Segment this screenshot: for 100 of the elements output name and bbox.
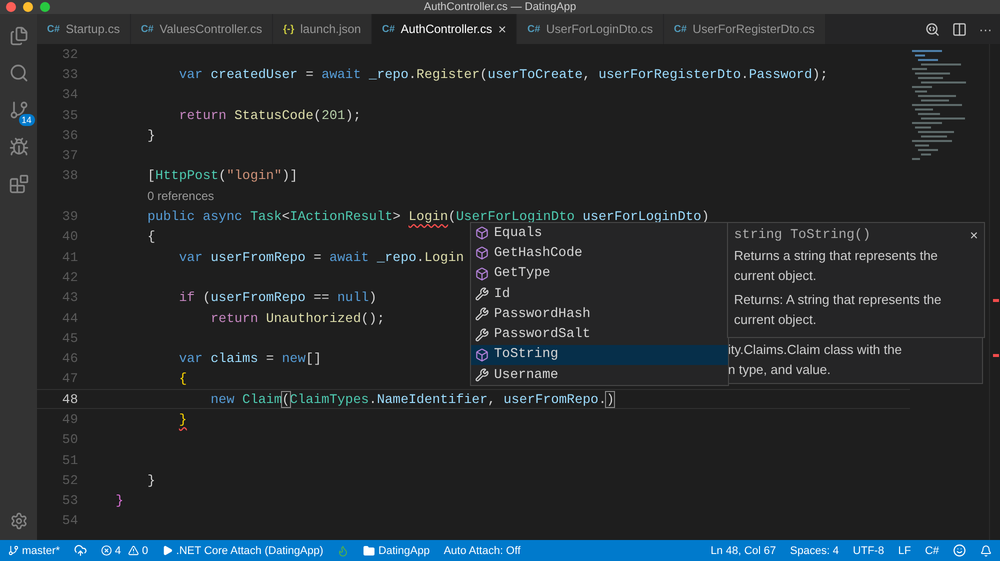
close-window-button[interactable]	[6, 2, 16, 12]
wrench-icon	[475, 287, 489, 302]
wrench-icon	[475, 368, 489, 382]
close-icon[interactable]: ×	[970, 227, 978, 243]
suggestion-item[interactable]: PasswordHash	[471, 304, 728, 324]
line-number: 45	[61, 330, 79, 346]
suggestion-item[interactable]: GetHashCode	[471, 243, 728, 264]
line-number: 50	[61, 432, 79, 448]
documentation-text: Returns a string that represents the current object.	[734, 247, 939, 286]
code-line: }	[178, 412, 187, 427]
indentation-status[interactable]: Spaces: 4	[790, 544, 839, 556]
folder-indicator[interactable]: DatingApp	[363, 544, 430, 556]
code-line: var createdUser = await _repo.Register(userToCreate, userForRegisterDto.Password);	[178, 66, 828, 82]
cube-icon	[475, 226, 489, 240]
line-number: 34	[61, 87, 79, 102]
line-number: 36	[61, 128, 79, 143]
documentation-text: Returns: A string that represents the current object.	[734, 290, 942, 329]
problems-indicator[interactable]: 4 0	[100, 544, 148, 556]
line-number: 35	[61, 108, 79, 123]
cube-icon	[475, 266, 489, 281]
editor-tab[interactable]: C# Startup.cs	[37, 14, 131, 44]
hint-text: ity.Claims.Claim class with the	[728, 341, 903, 359]
close-icon[interactable]: ×	[498, 21, 506, 37]
editor-tab[interactable]: {-} launch.json	[273, 14, 372, 44]
branch-indicator[interactable]: master*	[8, 544, 60, 556]
folder-icon	[363, 544, 376, 556]
code-line: }	[116, 493, 124, 508]
warning-icon	[128, 545, 140, 556]
auto-attach-status[interactable]: Auto Attach: Off	[444, 544, 521, 556]
scrollbar[interactable]	[989, 44, 1000, 540]
line-ending-status[interactable]: LF	[898, 544, 911, 556]
suggestion-item[interactable]: Equals	[471, 223, 728, 244]
bell-icon[interactable]	[980, 544, 992, 556]
window-title: AuthController.cs — DatingApp	[424, 1, 576, 13]
error-marker	[993, 354, 999, 357]
suggestion-item[interactable]: Username	[471, 365, 728, 386]
wrench-icon	[475, 307, 489, 322]
code-line: return Unauthorized();	[210, 310, 385, 326]
zoom-window-button[interactable]	[40, 2, 50, 12]
line-number: 46	[61, 351, 79, 366]
editor-tab[interactable]: C# UserForRegisterDto.cs	[664, 14, 826, 44]
code-lens[interactable]: 0 references	[147, 189, 214, 204]
smiley-icon[interactable]	[953, 544, 966, 557]
line-number: 52	[61, 472, 79, 488]
error-icon	[100, 545, 112, 556]
line-number: 49	[61, 412, 79, 427]
line-number: 33	[61, 66, 79, 82]
cube-icon	[475, 246, 489, 260]
line-number: 54	[61, 513, 79, 528]
search-icon[interactable]	[925, 22, 940, 36]
code-line: {	[178, 371, 187, 386]
line-number: 42	[61, 270, 79, 285]
code-line: [HttpPost("login")]	[147, 168, 298, 184]
extensions-icon[interactable]	[8, 174, 28, 194]
line-number: 40	[61, 229, 79, 244]
line-number: 44	[61, 310, 79, 326]
branch-icon	[8, 545, 19, 556]
wrench-icon	[475, 328, 489, 342]
line-number: 38	[61, 168, 79, 184]
more-actions-button[interactable]: ···	[979, 22, 992, 36]
line-number: 41	[61, 250, 79, 265]
editor-tab[interactable]: C# AuthController.cs ×	[372, 14, 518, 44]
files-icon[interactable]	[8, 26, 28, 46]
suggestion-item[interactable]: PasswordSalt	[471, 324, 728, 345]
debug-launcher[interactable]: .NET Core Attach (DatingApp)	[162, 544, 324, 556]
play-icon	[162, 545, 174, 556]
line-number: 47	[61, 371, 79, 386]
code-line: public async Task<IActionResult> Login(UserForLoginDto userForLoginDto)	[147, 209, 710, 224]
hint-text: n type, and value.	[728, 361, 832, 379]
error-marker	[993, 299, 999, 302]
suggestion-item[interactable]: ToString	[471, 344, 728, 366]
split-editor-icon[interactable]	[952, 22, 967, 36]
language-status[interactable]: C#	[924, 544, 939, 556]
editor-tab[interactable]: C# UserForLoginDto.cs	[517, 14, 664, 44]
code-line: var claims = new[]	[178, 351, 322, 366]
line-number: 39	[61, 209, 79, 224]
sync-icon[interactable]	[74, 544, 87, 557]
cube-icon	[475, 348, 489, 362]
notification-badge: 14	[18, 114, 35, 126]
code-line: return StatusCode(201);	[178, 108, 362, 123]
line-number: 32	[61, 46, 79, 62]
code-line: new Claim(ClaimTypes.NameIdentifier, userFromRepo.)	[210, 392, 614, 407]
code-line: if (userFromRepo == null)	[178, 290, 377, 306]
line-number: 48	[61, 392, 79, 407]
encoding-status[interactable]: UTF-8	[852, 544, 884, 556]
line-number: 37	[61, 148, 79, 164]
line-number: 51	[61, 452, 79, 468]
line-number: 43	[61, 290, 79, 306]
suggestion-item[interactable]: GetType	[471, 264, 728, 284]
code-line: var userFromRepo = await _repo.Login	[178, 250, 464, 265]
line-number: 53	[61, 493, 79, 508]
suggestion-item[interactable]: Id	[471, 284, 728, 304]
minimize-window-button[interactable]	[23, 2, 33, 12]
code-line: }	[147, 128, 156, 143]
editor-tab[interactable]: C# ValuesController.cs	[130, 14, 274, 44]
settings-icon[interactable]	[10, 512, 28, 530]
code-line: }	[147, 472, 156, 488]
bug-icon[interactable]	[8, 137, 28, 157]
method-signature: string ToString()	[734, 228, 871, 242]
cursor-position[interactable]: Ln 48, Col 67	[710, 544, 776, 556]
